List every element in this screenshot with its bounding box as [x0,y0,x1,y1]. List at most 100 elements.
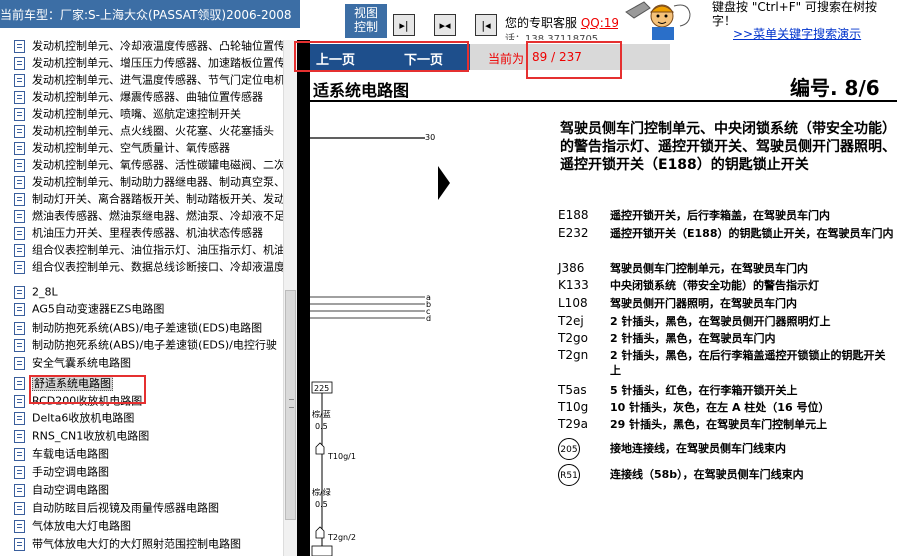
scrollbar-thumb[interactable] [285,290,296,520]
tree-item-label: 发动机控制单元、增压压力传感器、加速踏板位置传感 [32,56,283,70]
legend-row: J386 驾驶员侧车门控制单元，在驾驶员车门内 [558,261,896,276]
qq-link[interactable]: QQ:19 [581,16,619,30]
tree-item[interactable]: 制动灯开关、离合器踏板开关、制动踏板开关、发动 [14,190,283,207]
document-icon [14,56,25,70]
split-view-button[interactable]: ▸◂ [434,14,456,36]
legend-description: 中央闭锁系统（带安全功能）的警告指示灯 [610,279,819,292]
legend-description: 2 针插头，黑色，在驾驶员车门内 [610,332,776,345]
arrow-right-icon: ▸| [399,18,409,32]
legend-code: 205 [558,438,580,460]
wire-color-2: 棕/绿 [312,487,331,497]
connector-label-2: T2gn/2 [327,533,356,542]
shortcut-hint: 键盘按 "Ctrl+F" 可搜索在树按 字！ [712,0,877,28]
document-icon [14,209,25,223]
tree-item-label: 发动机控制单元、氧传感器、活性碳罐电磁阀、二次 [32,158,283,172]
tree-item[interactable]: 发动机控制单元、进气温度传感器、节气门定位电机 [14,71,283,88]
tree-item-label: 组合仪表控制单元、数据总线诊断接口、冷却液温度 [32,260,283,274]
tree-item-label: 机油压力开关、里程表传感器、机油状态传感器 [32,226,263,240]
tree-item[interactable]: 安全气囊系统电路图 [14,354,131,371]
legend-code: T10g [558,400,589,414]
tree-item-label: 带气体放电大灯的大灯照射范围控制电路图 [32,537,241,551]
tree-scrollbar[interactable] [283,40,297,556]
document-icon [14,338,25,352]
tree-item[interactable]: Delta6收放机电路图 [14,409,134,426]
tree-item[interactable]: 2_8L [14,283,58,300]
tree-item[interactable]: 燃油表传感器、燃油泵继电器、燃油泵、冷却液不足 [14,207,283,224]
tree-item[interactable]: 发动机控制单元、增压压力传感器、加速踏板位置传感 [14,54,283,71]
page-nav-buttons: 上一页 下一页 [310,44,470,70]
document-title: 适系统电路图 [313,81,410,100]
tree-item-label: 自动空调电路图 [32,483,109,497]
tree-item-label: 发动机控制单元、冷却液温度传感器、凸轮轴位置传感 [32,40,283,53]
legend-description: 29 针插头，黑色，在驾驶员车门控制单元上 [610,418,828,431]
tree-item-label: 发动机控制单元、空气质量计、氧传感器 [32,141,230,155]
tree-item[interactable]: 带气体放电大灯的大灯照射范围控制电路图 [14,535,241,552]
document-icon [14,243,25,257]
pane-splitter[interactable] [297,40,310,556]
legend-row: T2ej 2 针插头，黑色，在驾驶员侧开门器照明灯上 [558,314,896,329]
tree-item[interactable]: 气体放电大灯电路图 [14,517,131,534]
wire-color-1: 棕/蓝 [312,409,331,419]
tree-item[interactable]: RCD200收放机电路图 [14,392,142,409]
tree-item[interactable]: 组合仪表控制单元、数据总线诊断接口、冷却液温度 [14,258,283,275]
legend-code: T29a [558,417,588,431]
tree-item[interactable]: 制动防抱死系统(ABS)/电子差速锁(EDS)电路图 [14,319,262,336]
tree-item[interactable]: 自动防眩目后视镜及雨量传感器电路图 [14,499,219,516]
tree-item[interactable]: 手动空调电路图 [14,463,109,480]
tree-item-label: 制动防抱死系统(ABS)/电子差速锁(EDS)电路图 [32,321,263,335]
tree-item[interactable]: 发动机控制单元、爆震传感器、曲轴位置传感器 [14,88,263,105]
next-page-button[interactable]: 下一页 [404,49,443,68]
tree-item[interactable]: RNS_CN1收放机电路图 [14,427,149,444]
hide-tree-button[interactable]: |◂ [475,14,497,36]
legend-row: R51 连接线（58b），在驾驶员侧车门线束内 [558,464,896,486]
legend-code: T2gn [558,348,589,362]
document-icon [14,356,25,370]
show-tree-button[interactable]: ▸| [393,14,415,36]
document-icon [14,141,25,155]
tree-item[interactable]: 发动机控制单元、喷嘴、巡航定速控制开关 [14,105,241,122]
tree-item-label: 气体放电大灯电路图 [32,519,131,533]
tree-item-label: 发动机控制单元、点火线圈、火花塞、火花塞插头 [32,124,274,138]
tree-item-label: 制动灯开关、离合器踏板开关、制动踏板开关、发动 [32,192,283,206]
document-icon [14,192,25,206]
tree-item[interactable]: 发动机控制单元、氧传感器、活性碳罐电磁阀、二次 [14,156,283,173]
tree-item[interactable]: 组合仪表控制单元、油位指示灯、油压指示灯、机油 [14,241,283,258]
top-bar: 当前车型：厂家:S-上海大众(PASSAT领驭)2006-2008 视图 控制 … [0,0,897,41]
tree-item[interactable]: 自动空调电路图 [14,481,109,498]
document-tree: 发动机控制单元、冷却液温度传感器、凸轮轴位置传感 发动机控制单元、增压压力传感器、… [0,40,283,556]
tree-item[interactable]: AG5自动变速器EZS电路图 [14,300,164,317]
tree-item-label: 手动空调电路图 [32,465,109,479]
legend-code: J386 [558,261,585,275]
document-icon [14,447,25,461]
tree-item[interactable]: 发动机控制单元、空气质量计、氧传感器 [14,139,230,156]
legend-description: 连接线（58b），在驾驶员侧车门线束内 [610,468,804,481]
tree-item[interactable]: 机油压力开关、里程表传感器、机油状态传感器 [14,224,263,241]
legend-description: 接地连接线，在驾驶员侧车门线束内 [610,442,786,455]
legend-row: T29a 29 针插头，黑色，在驾驶员车门控制单元上 [558,417,896,432]
tree-item-label: 车载电话电路图 [32,447,109,461]
legend-code: T2go [558,331,588,345]
bus-label-d: d [426,314,431,323]
prev-page-button[interactable]: 上一页 [316,49,355,68]
tree-item-label: Delta6收放机电路图 [32,411,135,425]
legend-code: E188 [558,208,589,222]
tree-item[interactable]: 发动机控制单元、制动助力器继电器、制动真空泵、 [14,173,283,190]
legend-row: T5as 5 针插头，红色，在行李箱开锁开关上 [558,383,896,398]
tree-item[interactable]: 制动防抱死系统(ABS)/电子差速锁(EDS)/电控行驶 [14,336,277,353]
legend-description: 遥控开锁开关，后行李箱盖，在驾驶员车门内 [610,209,830,222]
document-icon [14,260,25,274]
tree-item[interactable]: 车载电话电路图 [14,445,109,462]
document-icon [14,124,25,138]
tree-item-label: 安全气囊系统电路图 [32,356,131,370]
connector-box-bottom [311,545,333,556]
legend-description: 5 针插头，红色，在行李箱开锁开关上 [610,384,798,397]
tree-item[interactable]: 发动机控制单元、冷却液温度传感器、凸轮轴位置传感 [14,40,283,54]
document-icon [14,226,25,240]
wire-size-1: 0.5 [315,422,328,431]
legend-code: K133 [558,278,589,292]
connector-label-225: 225 [314,384,329,393]
document-icon [14,175,25,189]
legend-row: T2go 2 针插头，黑色，在驾驶员车门内 [558,331,896,346]
tree-item[interactable]: 舒适系统电路图 [14,374,113,391]
tree-item[interactable]: 发动机控制单元、点火线圈、火花塞、火花塞插头 [14,122,274,139]
